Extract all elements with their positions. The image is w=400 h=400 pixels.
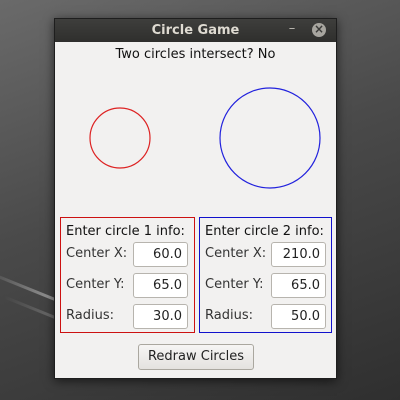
circle-1 xyxy=(89,107,151,169)
circle-2-center-y-label: Center Y: xyxy=(205,277,264,292)
circle-2-center-x-label: Center X: xyxy=(205,246,267,261)
circle-1-center-y-label: Center Y: xyxy=(66,277,125,292)
close-icon: × xyxy=(313,22,325,36)
circle-2-radius-label: Radius: xyxy=(205,308,253,323)
circle-1-center-y-input[interactable] xyxy=(133,273,188,298)
circle-2-radius-input[interactable] xyxy=(271,304,326,329)
intersect-status: Two circles intersect? No xyxy=(115,47,276,62)
circle-1-center-x-label: Center X: xyxy=(66,246,128,261)
window-titlebar[interactable]: Circle Game – × xyxy=(55,19,336,42)
circle-1-radius-input[interactable] xyxy=(133,304,188,329)
circle-2-panel: Enter circle 2 info: Center X: Center Y:… xyxy=(199,217,332,333)
circle-2-center-y-input[interactable] xyxy=(271,273,326,298)
circle-1-panel: Enter circle 1 info: Center X: Center Y:… xyxy=(60,217,195,333)
circle-2-center-x-input[interactable] xyxy=(271,242,326,267)
circle-2-title: Enter circle 2 info: xyxy=(205,224,324,239)
minimize-icon[interactable]: – xyxy=(286,21,298,37)
circle-game-window: Circle Game – × Two circles intersect? N… xyxy=(54,18,337,379)
close-button[interactable]: × xyxy=(312,22,326,37)
circle-2 xyxy=(219,87,321,189)
circle-1-title: Enter circle 1 info: xyxy=(66,224,185,239)
circle-1-radius-label: Radius: xyxy=(66,308,114,323)
redraw-circles-button[interactable]: Redraw Circles xyxy=(138,344,254,370)
circle-1-center-x-input[interactable] xyxy=(133,242,188,267)
